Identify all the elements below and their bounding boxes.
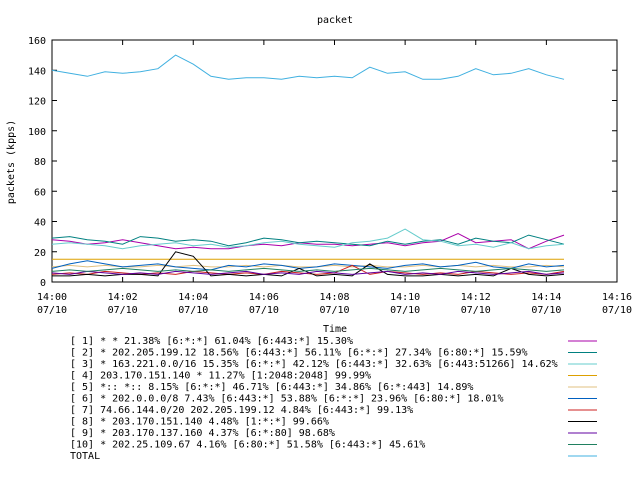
x-tick-label-time: 14:16 bbox=[602, 292, 632, 303]
x-tick-label-date: 07/10 bbox=[390, 305, 420, 316]
chart-title: packet bbox=[317, 15, 353, 26]
x-tick-label-time: 14:00 bbox=[37, 292, 67, 303]
x-tick-label-time: 14:08 bbox=[319, 292, 349, 303]
x-tick-label-time: 14:06 bbox=[249, 292, 279, 303]
legend-entry-label: TOTAL bbox=[70, 451, 100, 462]
series-line-3 bbox=[51, 228, 565, 250]
legend-entry-label: [10] * 202.25.109.67 4.16% [6:80:*] 51.5… bbox=[70, 440, 425, 451]
series-line-10 bbox=[51, 267, 565, 272]
legend-entry-label: [ 2] * 202.205.199.12 18.56% [6:443:*] 5… bbox=[70, 348, 528, 359]
series-lines bbox=[51, 54, 565, 277]
x-tick-label-time: 14:12 bbox=[461, 292, 491, 303]
legend-entry-label: [ 1] * * 21.38% [6:*:*] 61.04% [6:443:*]… bbox=[70, 336, 353, 347]
y-tick-label: 140 bbox=[28, 66, 46, 77]
y-axis-label: packets (kpps) bbox=[6, 120, 17, 204]
legend-entry-label: [ 7] 74.66.144.0/20 202.205.199.12 4.84%… bbox=[70, 405, 413, 416]
x-tick-label-date: 07/10 bbox=[108, 305, 138, 316]
legend-entry-label: [ 9] * 203.170.137.160 4.37% [6:*:80] 98… bbox=[70, 428, 335, 439]
y-tick-label: 80 bbox=[34, 157, 46, 168]
x-tick-label-time: 14:10 bbox=[390, 292, 420, 303]
y-tick-label: 60 bbox=[34, 187, 46, 198]
x-tick-label-date: 07/10 bbox=[37, 305, 67, 316]
x-tick-label-date: 07/10 bbox=[249, 305, 279, 316]
legend-entry-label: [ 8] * 203.170.151.140 4.48% [1:*:*] 99.… bbox=[70, 417, 329, 428]
y-tick-label: 20 bbox=[34, 248, 46, 259]
x-tick-label-date: 07/10 bbox=[178, 305, 208, 316]
x-tick-label-time: 14:14 bbox=[531, 292, 561, 303]
legend-entry-label: [ 4] 203.170.151.140 * 11.27% [1:2048:20… bbox=[70, 371, 371, 382]
series-line-11 bbox=[51, 54, 565, 80]
y-tick-label: 100 bbox=[28, 127, 46, 138]
y-tick-label: 0 bbox=[40, 278, 46, 289]
x-axis-label: Time bbox=[323, 324, 347, 335]
x-tick-label-date: 07/10 bbox=[602, 305, 632, 316]
y-tick-label: 40 bbox=[34, 218, 46, 229]
legend-entry-label: [ 6] * 202.0.0.0/8 7.43% [6:443:*] 53.88… bbox=[70, 394, 503, 405]
chart-svg: packet packets (kpps) Time 0 20 40 60 80 100 1… bbox=[6, 15, 632, 462]
y-tick-label: 160 bbox=[28, 36, 46, 47]
legend-entry-label: [ 3] * 163.221.0.0/16 15.35% [6:*:*] 42.… bbox=[70, 359, 558, 370]
x-tick-label-time: 14:02 bbox=[108, 292, 138, 303]
x-tick-label-date: 07/10 bbox=[319, 305, 349, 316]
y-axis-ticks: 0 20 40 60 80 100 120 140 160 bbox=[28, 36, 617, 289]
y-tick-label: 120 bbox=[28, 97, 46, 108]
x-tick-label-date: 07/10 bbox=[531, 305, 561, 316]
legend-entry-label: [ 5] *:: *:: 8.15% [6:*:*] 46.71% [6:443… bbox=[70, 382, 473, 393]
x-tick-label-time: 14:04 bbox=[178, 292, 208, 303]
x-tick-label-date: 07/10 bbox=[461, 305, 491, 316]
legend: [ 1] * * 21.38% [6:*:*] 61.04% [6:443:*]… bbox=[70, 336, 597, 462]
